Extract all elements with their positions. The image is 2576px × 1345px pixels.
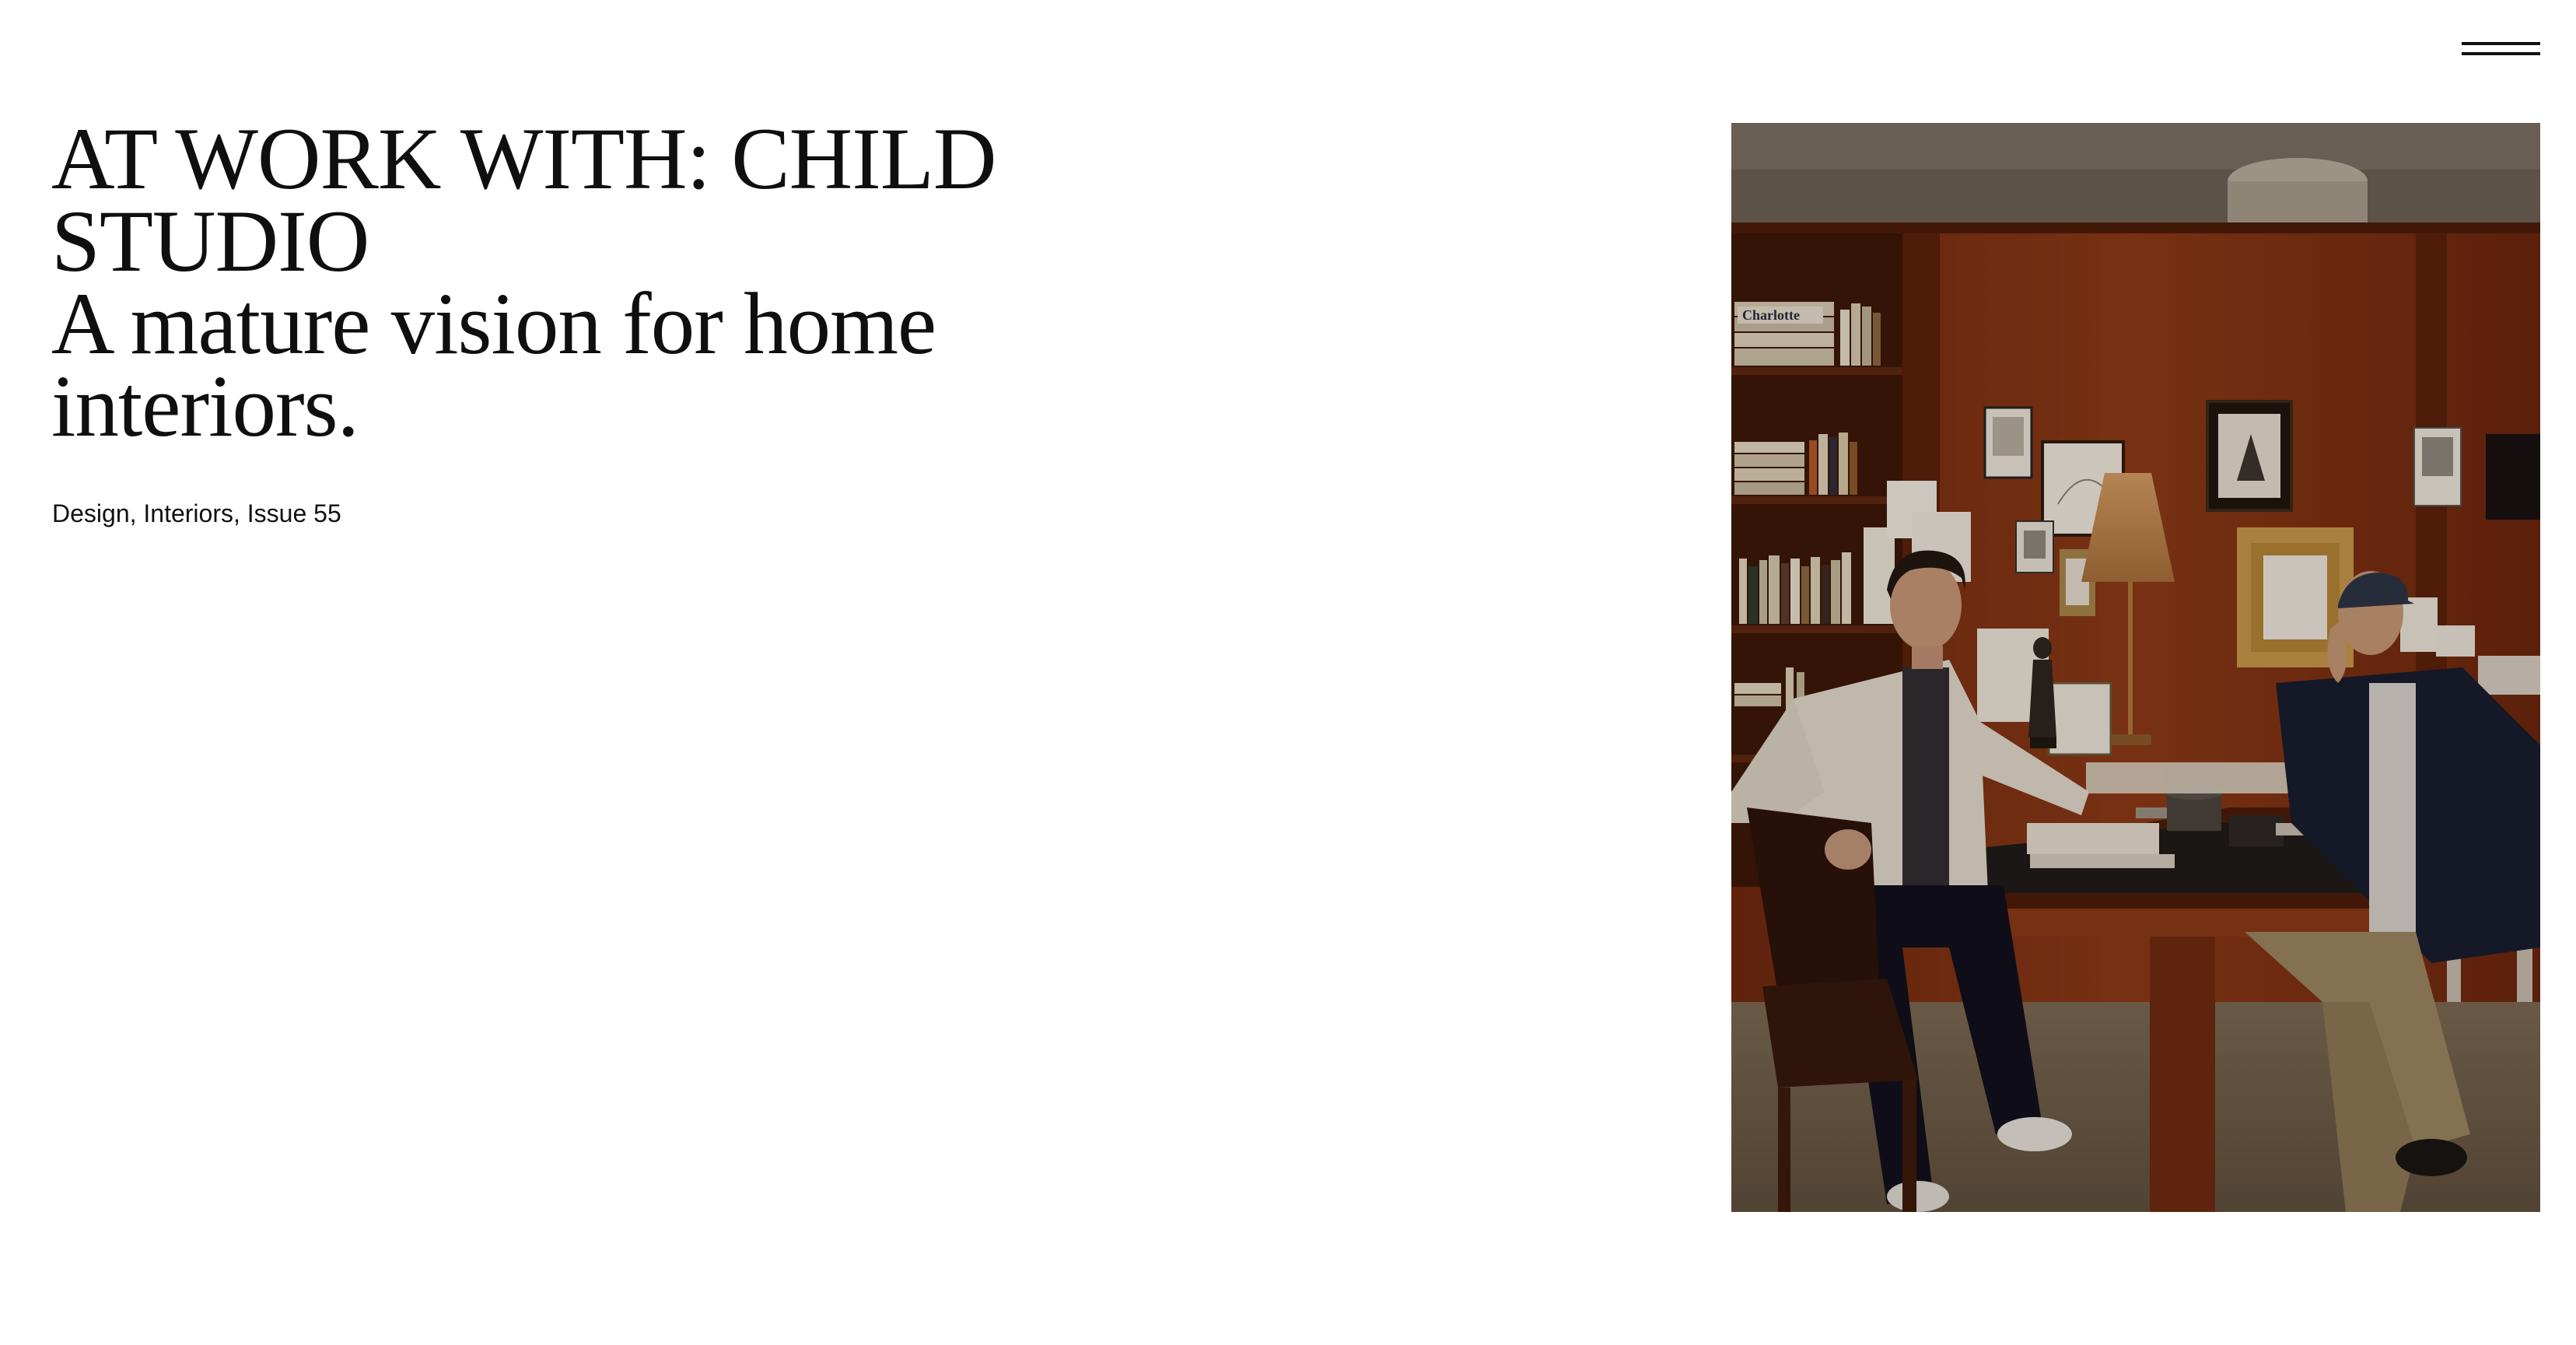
article-subtitle: A mature vision for home interiors. bbox=[51, 275, 936, 455]
article-page: AT WORK WITH: CHILD STUDIO A mature visi… bbox=[0, 0, 2576, 1345]
article-title: AT WORK WITH: CHILD STUDIO bbox=[51, 110, 997, 290]
hero-photo[interactable]: Charlotte bbox=[1731, 123, 2540, 1212]
hero-photo-illustration: Charlotte bbox=[1731, 123, 2540, 1212]
menu-bar-bottom bbox=[2462, 52, 2540, 55]
menu-bar-top bbox=[2462, 42, 2540, 45]
article-tags: Design, Interiors, Issue 55 bbox=[52, 499, 341, 527]
hamburger-menu-icon[interactable] bbox=[2462, 37, 2540, 59]
article-headline: AT WORK WITH: CHILD STUDIO A mature visi… bbox=[51, 110, 1031, 455]
